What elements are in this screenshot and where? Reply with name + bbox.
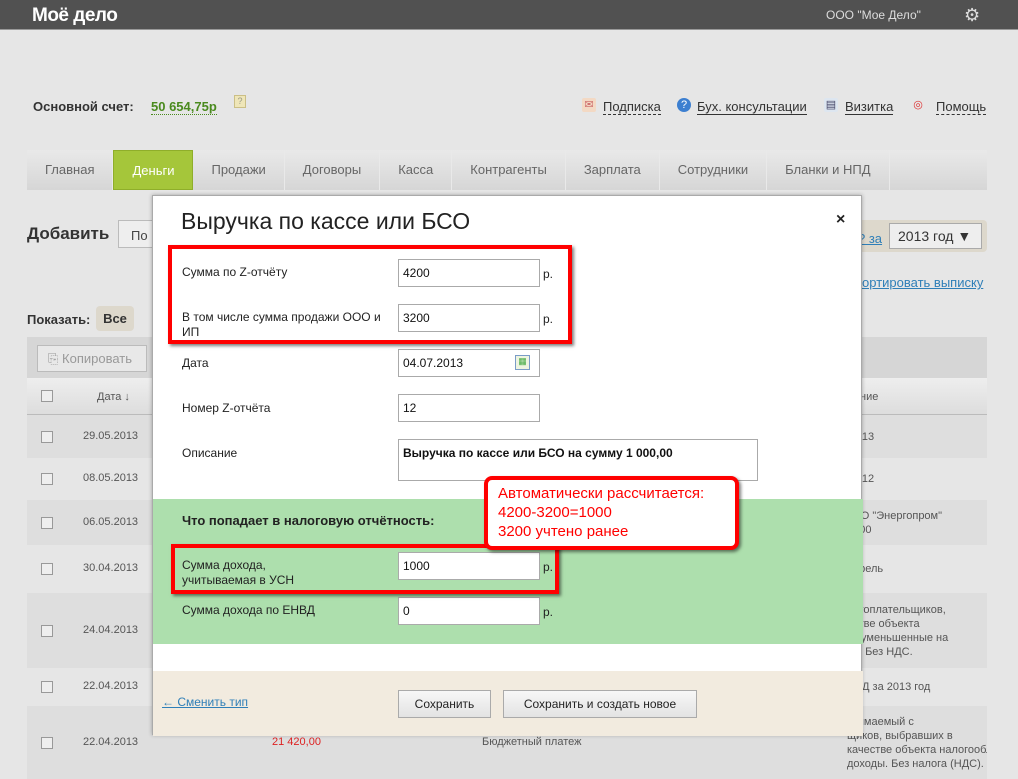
- row-amount: 21 420,00: [272, 735, 321, 748]
- tab-employees[interactable]: Сотрудники: [660, 150, 768, 190]
- row-date: 22.04.2013: [83, 680, 139, 692]
- select-all-checkbox[interactable]: [41, 390, 53, 402]
- row-type: Бюджетный платеж: [482, 735, 582, 748]
- row-checkbox[interactable]: [41, 624, 53, 637]
- save-button[interactable]: Сохранить: [398, 690, 491, 718]
- row-date: 06.05.2013: [83, 515, 139, 528]
- date-label: Дата: [182, 356, 209, 370]
- export-statement-link[interactable]: портировать выписку: [855, 275, 983, 290]
- account-label: Основной счет:: [33, 99, 134, 114]
- link-subscription[interactable]: Подписка: [603, 99, 661, 115]
- company-name[interactable]: ООО "Мое Дело": [826, 8, 921, 22]
- link-consultations[interactable]: Бух. консультации: [697, 99, 807, 115]
- tax-heading: Что попадает в налоговую отчётность:: [182, 513, 435, 528]
- change-type-link[interactable]: ← Сменить тип: [162, 695, 248, 709]
- copy-label: Копировать: [62, 351, 133, 366]
- tab-money[interactable]: Деньги: [113, 150, 194, 190]
- copy-icon: ⎘: [48, 351, 63, 366]
- row-date: 24.04.2013: [83, 623, 139, 636]
- row-description: логоплательщиков, естве объекта ы, умень…: [847, 603, 949, 658]
- dialog-title: Выручка по кассе или БСО: [181, 208, 471, 234]
- tab-sales[interactable]: Продажи: [193, 150, 285, 190]
- row-date: 22.04.2013: [83, 735, 139, 748]
- main-nav: Главная Деньги Продажи Договоры Касса Ко…: [27, 150, 987, 190]
- tab-contracts[interactable]: Договоры: [285, 150, 381, 190]
- account-balance[interactable]: 50 654,75р: [151, 99, 217, 115]
- row-checkbox[interactable]: [41, 473, 53, 485]
- rub-label: р.: [543, 605, 554, 619]
- z-number-label: Номер Z-отчёта: [182, 401, 271, 415]
- dialog-footer: ← Сменить тип Сохранить Сохранить и созд…: [153, 671, 863, 736]
- tab-contractors[interactable]: Контрагенты: [452, 150, 566, 190]
- link-help[interactable]: Помощь: [936, 99, 987, 115]
- row-checkbox[interactable]: [41, 430, 53, 443]
- show-label: Показать:: [27, 312, 91, 327]
- link-card[interactable]: Визитка: [845, 99, 894, 115]
- save-and-new-button[interactable]: Сохранить и создать новое: [503, 690, 697, 718]
- tab-main[interactable]: Главная: [27, 150, 114, 190]
- row-description: НВД за 2013 год: [847, 681, 931, 693]
- card-icon: ▤: [824, 98, 838, 112]
- column-description[interactable]: ние: [860, 391, 878, 403]
- row-description: № 13: [847, 430, 875, 443]
- copy-button[interactable]: ⎘ Копировать: [37, 345, 147, 372]
- tab-forms[interactable]: Бланки и НПД: [767, 150, 890, 190]
- row-checkbox[interactable]: [41, 516, 53, 529]
- row-checkbox[interactable]: [41, 563, 53, 575]
- annotation-box: [171, 544, 559, 594]
- row-description: ЗАО "Энергопром" 5000: [847, 509, 943, 536]
- row-checkbox[interactable]: [41, 736, 53, 749]
- row-description: № 12: [847, 473, 875, 485]
- row-date: 29.05.2013: [83, 429, 139, 442]
- row-checkbox[interactable]: [41, 681, 53, 693]
- income-dialog: Выручка по кассе или БСО × Сумма по Z-от…: [152, 195, 863, 736]
- logo[interactable]: Моё дело: [32, 5, 118, 27]
- calendar-icon[interactable]: ▦: [515, 355, 530, 370]
- z-number-input[interactable]: 12: [398, 394, 540, 422]
- envd-income-input[interactable]: 0: [398, 597, 540, 625]
- lifebuoy-icon: ◎: [913, 99, 923, 111]
- tab-salary[interactable]: Зарплата: [566, 150, 660, 190]
- year-select[interactable]: 2013 год ▼: [889, 223, 982, 249]
- row-description: апрель: [847, 563, 884, 575]
- description-textarea[interactable]: Выручка по кассе или БСО на сумму 1 000,…: [398, 439, 758, 481]
- callout-line: 3200 учтено ранее: [498, 523, 629, 540]
- column-date[interactable]: Дата ↓: [97, 391, 130, 403]
- callout-line: 4200-3200=1000: [498, 504, 612, 521]
- callout-line: Автоматически рассчитается:: [498, 485, 705, 502]
- row-date: 30.04.2013: [83, 562, 139, 574]
- annotation-box: [168, 245, 572, 344]
- mail-icon: ✉: [582, 98, 596, 112]
- row-description: взимаемый с щиков, выбравших в качестве …: [847, 715, 987, 770]
- row-date: 08.05.2013: [83, 472, 139, 484]
- filter-all[interactable]: Все: [96, 306, 134, 331]
- annotation-callout: Автоматически рассчитается: 4200-3200=10…: [484, 476, 739, 550]
- close-icon[interactable]: ×: [836, 211, 845, 229]
- gear-icon[interactable]: ⚙: [964, 5, 980, 26]
- description-label: Описание: [182, 446, 238, 460]
- tab-cash[interactable]: Касса: [380, 150, 453, 190]
- add-label: Добавить: [27, 224, 110, 243]
- help-icon[interactable]: ?: [234, 95, 246, 108]
- question-icon: ?: [677, 98, 691, 112]
- envd-income-label: Сумма дохода по ЕНВД: [182, 603, 315, 617]
